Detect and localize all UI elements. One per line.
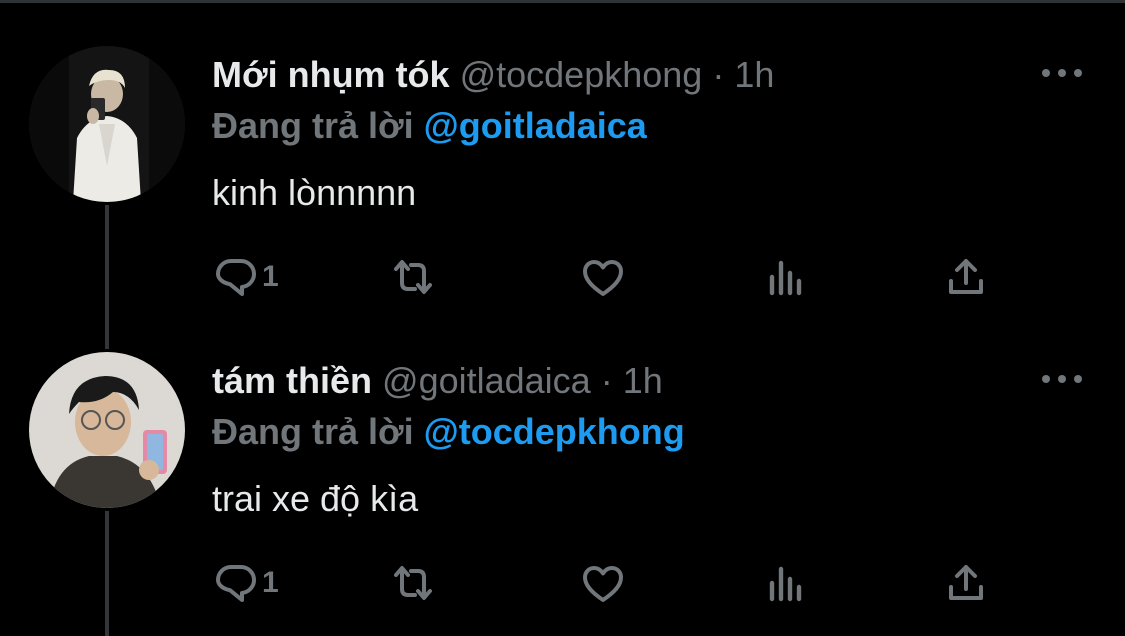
mention-link[interactable]: @goitladaica: [424, 105, 647, 146]
views-button[interactable]: [762, 252, 810, 302]
mention-link[interactable]: @tocdepkhong: [424, 411, 685, 452]
reply-button[interactable]: 1: [212, 558, 279, 608]
tweet[interactable]: Mới nhụm tók @tocdepkhong · 1h Đang trả …: [0, 0, 1125, 306]
share-icon: [942, 559, 990, 607]
tweet-header: tám thiền @goitladaica · 1h: [212, 361, 663, 401]
views-icon: [762, 253, 810, 301]
action-bar: 1: [212, 558, 1002, 608]
separator-dot: ·: [712, 54, 725, 95]
reply-icon: [212, 559, 260, 607]
like-button[interactable]: [579, 558, 627, 608]
like-icon: [579, 559, 627, 607]
action-bar: 1: [212, 252, 1002, 302]
separator-dot: ·: [600, 360, 613, 401]
tweet-header: Mới nhụm tók @tocdepkhong · 1h: [212, 55, 774, 95]
timestamp[interactable]: 1h: [734, 54, 774, 95]
views-button[interactable]: [762, 558, 810, 608]
avatar[interactable]: [29, 46, 185, 202]
avatar[interactable]: [29, 352, 185, 508]
display-name[interactable]: Mới nhụm tók: [212, 54, 450, 95]
replying-to-label: Đang trả lời: [212, 105, 414, 146]
timestamp[interactable]: 1h: [623, 360, 663, 401]
reply-button[interactable]: 1: [212, 252, 279, 302]
views-icon: [762, 559, 810, 607]
share-button[interactable]: [942, 252, 990, 302]
more-icon[interactable]: [1040, 63, 1084, 83]
like-icon: [579, 253, 627, 301]
tweet-text: trai xe độ kìa: [212, 478, 419, 519]
tweet-text: kinh lònnnnn: [212, 172, 417, 213]
share-icon: [942, 253, 990, 301]
retweet-icon: [387, 559, 439, 607]
user-handle[interactable]: @goitladaica: [382, 360, 591, 401]
like-button[interactable]: [579, 252, 627, 302]
reply-icon: [212, 253, 260, 301]
tweet[interactable]: tám thiền @goitladaica · 1h Đang trả lời…: [0, 306, 1125, 612]
retweet-button[interactable]: [387, 558, 439, 608]
replying-to: Đang trả lời @goitladaica: [212, 106, 647, 146]
replying-to: Đang trả lời @tocdepkhong: [212, 412, 685, 452]
reply-count: 1: [262, 566, 279, 599]
share-button[interactable]: [942, 558, 990, 608]
reply-count: 1: [262, 260, 279, 293]
retweet-button[interactable]: [387, 252, 439, 302]
display-name[interactable]: tám thiền: [212, 360, 372, 401]
user-handle[interactable]: @tocdepkhong: [460, 54, 703, 95]
retweet-icon: [387, 253, 439, 301]
more-icon[interactable]: [1040, 369, 1084, 389]
replying-to-label: Đang trả lời: [212, 411, 414, 452]
